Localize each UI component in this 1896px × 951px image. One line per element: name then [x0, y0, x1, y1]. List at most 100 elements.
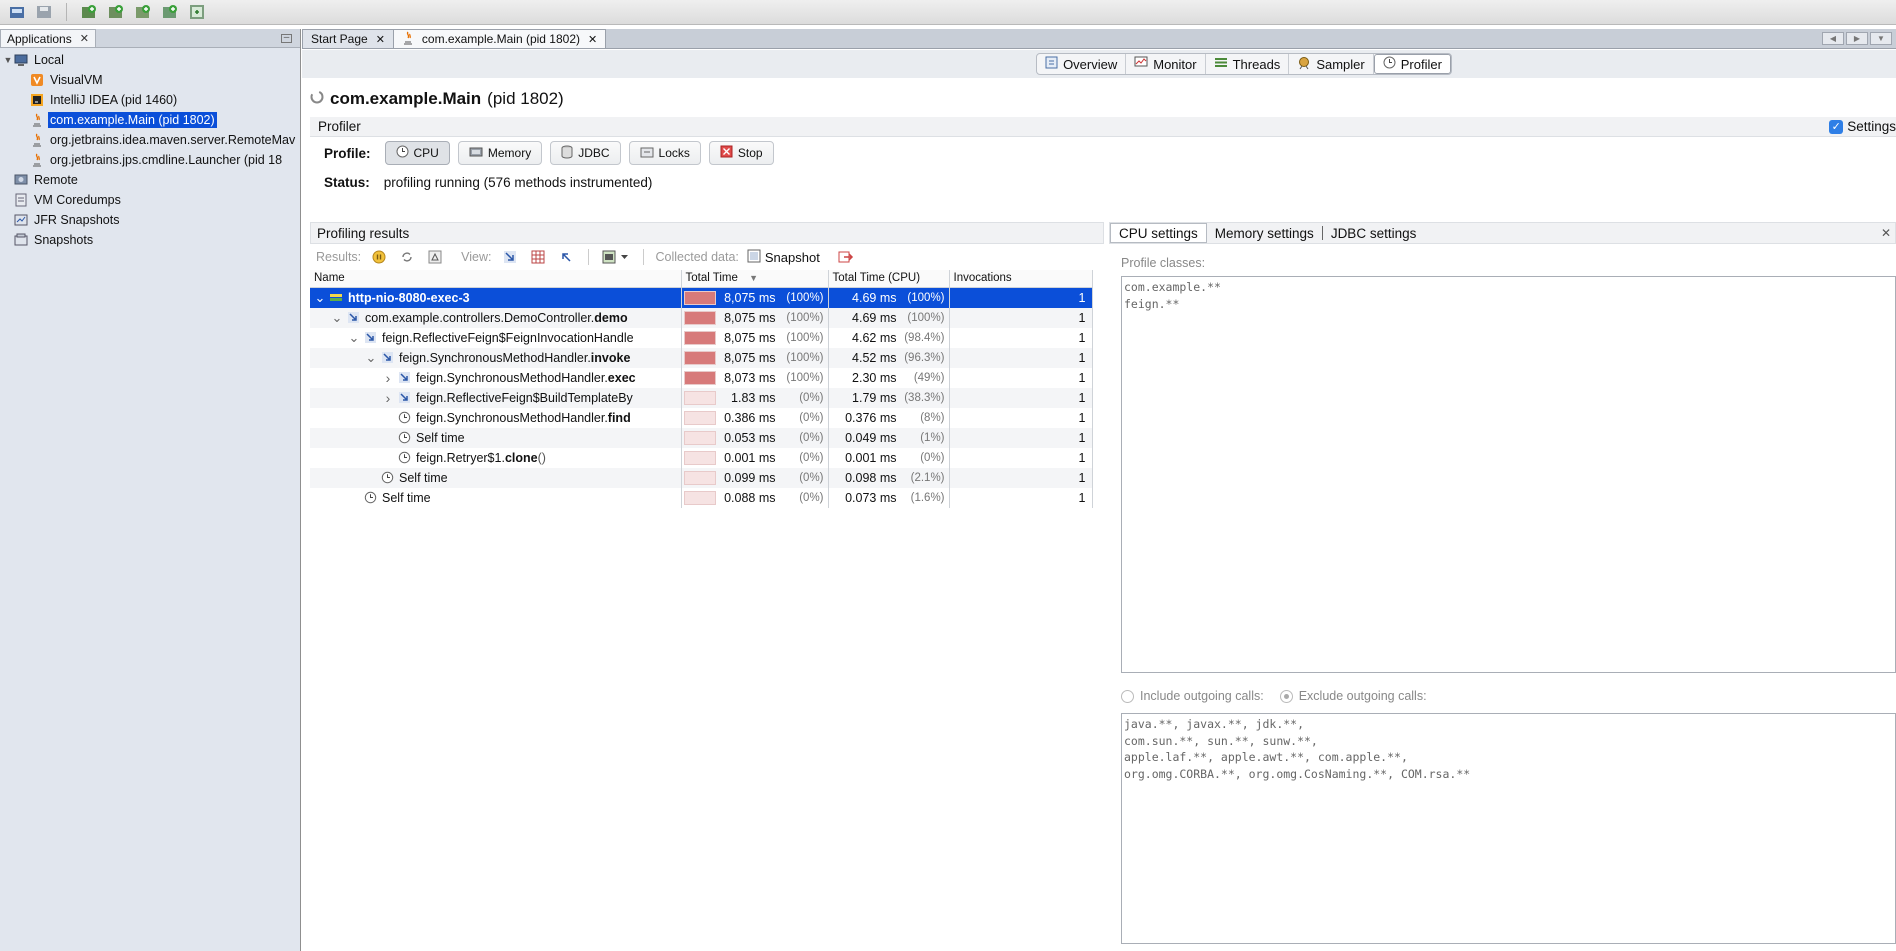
heap-dump-icon[interactable]: [105, 2, 127, 22]
jdbc-button-label: JDBC: [578, 146, 610, 160]
thread-dump-icon[interactable]: [132, 2, 154, 22]
tab-navigation: ◀ ▶ ▼: [1822, 29, 1896, 48]
total-time-percent: (0%): [799, 431, 824, 444]
tab-memory-settings[interactable]: Memory settings: [1207, 226, 1323, 241]
tab-scroll-right-icon[interactable]: ▶: [1846, 32, 1868, 45]
forward-calls-icon[interactable]: [500, 248, 520, 266]
cpu-time-percent: (98.4%): [904, 331, 945, 344]
open-application-icon[interactable]: [6, 2, 28, 22]
include-outgoing-calls-radio[interactable]: [1121, 689, 1134, 703]
total-time-percent: (100%): [786, 331, 824, 344]
stop-icon: [720, 145, 733, 161]
hot-spots-icon[interactable]: [528, 248, 548, 266]
table-row[interactable]: Self time 0.099 ms (0%) 0.098 ms (2.1%) …: [310, 467, 1093, 488]
tree-item[interactable]: VisualVM: [0, 70, 300, 90]
total-time-percent: (100%): [786, 351, 824, 364]
table-row[interactable]: ⌄ feign.SynchronousMethodHandler. invoke …: [310, 347, 1093, 368]
close-icon[interactable]: ✕: [80, 32, 89, 45]
table-row[interactable]: ⌄ com.example.controllers.DemoController…: [310, 307, 1093, 328]
tab-label: com.example.Main (pid 1802): [421, 32, 580, 46]
table-row[interactable]: › feign.ReflectiveFeign$BuildTemplateBy …: [310, 387, 1093, 408]
refresh-icon[interactable]: [397, 248, 417, 266]
applications-tab[interactable]: Applications ✕: [0, 29, 96, 47]
tree-item[interactable]: VM Coredumps: [0, 190, 300, 210]
view-tab-profiler[interactable]: Profiler: [1373, 54, 1451, 74]
collapse-icon[interactable]: ⌄: [312, 290, 328, 306]
table-row[interactable]: › feign.SynchronousMethodHandler. exec 8,…: [310, 367, 1093, 388]
filter-icon[interactable]: [601, 248, 631, 266]
row-name: feign.SynchronousMethodHandler.: [416, 410, 608, 425]
table-row[interactable]: ⌄ http-nio-8080-exec-3 8,075 ms (100%) 4…: [310, 287, 1093, 308]
tree-item[interactable]: JFR Snapshots: [0, 210, 300, 230]
excluded-classes-textarea[interactable]: java.**, javax.**, jdk.**, com.sun.**, s…: [1121, 713, 1896, 944]
tree-item[interactable]: org.jetbrains.jps.cmdline.Launcher (pid …: [0, 150, 300, 170]
column-header-total-time-cpu[interactable]: Total Time (CPU): [828, 270, 950, 288]
memory-button[interactable]: Memory: [457, 141, 543, 165]
memory-icon: [469, 146, 483, 161]
cpu-time-percent: (0%): [920, 451, 945, 464]
minimize-icon[interactable]: –: [281, 32, 292, 43]
tree-item[interactable]: Remote: [0, 170, 300, 190]
exclude-outgoing-calls-radio[interactable]: [1279, 689, 1293, 703]
column-header-total-time[interactable]: Total Time ▼: [681, 270, 829, 288]
total-time-bar: [683, 410, 716, 425]
save-icon[interactable]: [33, 2, 55, 22]
jdbc-button[interactable]: JDBC: [550, 141, 621, 165]
tab-start-page[interactable]: Start Page ✕: [302, 29, 394, 48]
snapshot-button[interactable]: Snapshot: [747, 249, 820, 266]
close-icon[interactable]: ✕: [588, 33, 597, 46]
cpu-button[interactable]: CPU: [384, 141, 450, 165]
tree-item-label: JFR Snapshots: [34, 213, 120, 227]
table-row[interactable]: feign.Retryer$1. clone () 0.001 ms (0%) 0…: [310, 447, 1093, 468]
collapse-icon[interactable]: ⌄: [363, 350, 379, 366]
tab-scroll-left-icon[interactable]: ◀: [1822, 32, 1844, 45]
view-tab-overview[interactable]: Overview: [1037, 54, 1127, 74]
memory-button-label: Memory: [487, 146, 532, 160]
application-snapshot-icon[interactable]: [186, 2, 208, 22]
view-tab-sampler[interactable]: Sampler: [1289, 54, 1374, 74]
tree-item[interactable]: Snapshots: [0, 230, 300, 250]
table-row[interactable]: Self time 0.088 ms (0%) 0.073 ms (1.6%) …: [310, 487, 1093, 508]
profiler-snapshot-icon[interactable]: [159, 2, 181, 22]
tree-item[interactable]: org.jetbrains.idea.maven.server.RemoteMa…: [0, 130, 300, 150]
column-header-invocations[interactable]: Invocations: [949, 270, 1093, 288]
locks-button[interactable]: Locks: [628, 141, 701, 165]
cpu-time-value: 0.376 ms: [845, 410, 897, 425]
close-icon[interactable]: ✕: [376, 33, 385, 46]
cpu-time-value: 4.69 ms: [852, 310, 897, 325]
tab-jdbc-settings[interactable]: JDBC settings: [1323, 226, 1425, 241]
tree-item[interactable]: com.example.Main (pid 1802): [0, 110, 300, 130]
view-tab-threads[interactable]: Threads: [1206, 54, 1290, 74]
export-icon[interactable]: [836, 248, 856, 266]
table-row[interactable]: feign.SynchronousMethodHandler. find 0.38…: [310, 407, 1093, 428]
stop-button[interactable]: Stop: [708, 141, 774, 165]
java-icon: [30, 133, 44, 147]
column-header-name[interactable]: Name: [310, 270, 682, 288]
table-row[interactable]: ⌄ feign.ReflectiveFeign$FeignInvocationH…: [310, 327, 1093, 348]
expand-down-icon[interactable]: ▼: [2, 55, 14, 65]
table-row[interactable]: Self time 0.053 ms (0%) 0.049 ms (1%) 1: [310, 427, 1093, 448]
close-settings-icon[interactable]: ✕: [1881, 223, 1895, 243]
reverse-calls-icon[interactable]: [556, 248, 576, 266]
settings-checkbox[interactable]: ✓ Settings: [1829, 119, 1896, 134]
tab-com-example-main[interactable]: com.example.Main (pid 1802) ✕: [392, 29, 607, 48]
collapse-icon[interactable]: ⌄: [329, 310, 345, 326]
reset-results-icon[interactable]: [425, 248, 445, 266]
expand-icon[interactable]: ›: [380, 390, 396, 406]
view-tab-monitor[interactable]: Monitor: [1126, 54, 1206, 74]
add-jmx-connection-icon[interactable]: [78, 2, 100, 22]
pause-icon[interactable]: [369, 248, 389, 266]
profile-classes-textarea[interactable]: com.example.** feign.**: [1121, 276, 1896, 673]
tab-list-icon[interactable]: ▼: [1870, 32, 1892, 45]
tab-cpu-settings[interactable]: CPU settings: [1110, 223, 1207, 243]
loading-spinner-icon: [310, 89, 324, 109]
tree-item[interactable]: ▼ Local: [0, 50, 300, 70]
expand-icon[interactable]: ›: [380, 370, 396, 386]
collapse-icon[interactable]: ⌄: [346, 330, 362, 346]
profiler-header: Profiler ✓ Settings: [310, 117, 1896, 137]
total-time-percent: (0%): [799, 391, 824, 404]
clock-icon: [362, 491, 378, 504]
profiler-header-label: Profiler: [318, 119, 361, 134]
tree-item[interactable]: IntelliJ IDEA (pid 1460): [0, 90, 300, 110]
java-icon: [30, 153, 44, 167]
